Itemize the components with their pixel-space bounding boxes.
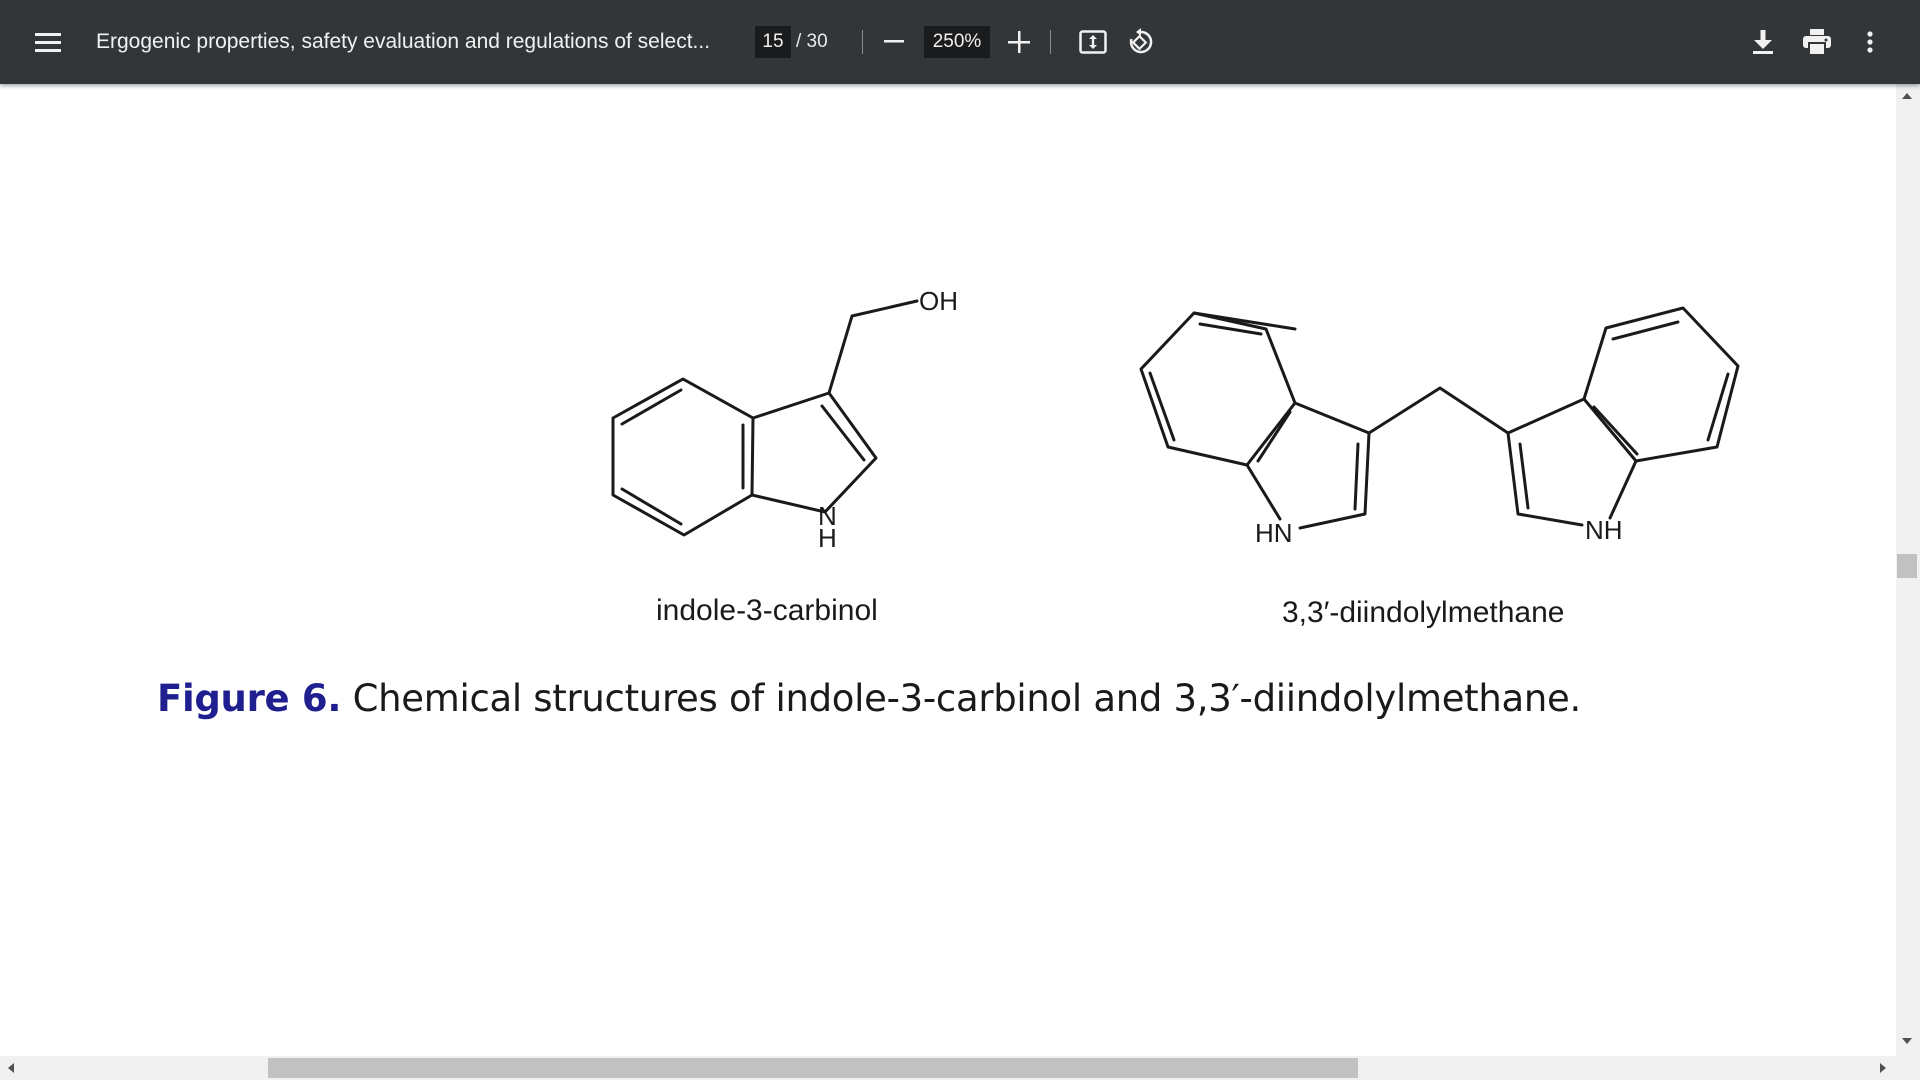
rotate-icon[interactable]: [1121, 22, 1161, 62]
indole-3-carbinol-structure: [611, 299, 919, 537]
pdf-page: OH N H HN NH indole-3-carbinol 3,3′-diin…: [0, 84, 1896, 1011]
diindolylmethane-structure: [1139, 306, 1740, 530]
atom-label-oh: OH: [919, 286, 958, 316]
molecule-name-indole-3-carbinol: indole-3-carbinol: [656, 594, 878, 627]
atom-label-hn: HN: [1255, 518, 1293, 548]
print-icon[interactable]: [1797, 22, 1837, 62]
molecule-name-diindolylmethane: 3,3′-diindolylmethane: [1282, 596, 1565, 629]
scroll-left-arrow-icon[interactable]: [8, 1063, 14, 1073]
download-icon[interactable]: [1743, 22, 1783, 62]
horizontal-scrollbar-thumb[interactable]: [268, 1058, 1358, 1078]
page-number-input[interactable]: 15: [755, 26, 791, 58]
figure-caption: Figure 6. Chemical structures of indole-…: [157, 677, 1581, 720]
zoom-in-icon[interactable]: [999, 22, 1039, 62]
fit-page-icon[interactable]: [1073, 22, 1113, 62]
scroll-up-arrow-icon[interactable]: [1902, 93, 1912, 99]
zoom-level-input[interactable]: 250%: [924, 26, 990, 58]
vertical-scrollbar-thumb[interactable]: [1897, 554, 1917, 578]
page-total: / 30: [796, 31, 828, 52]
more-options-icon[interactable]: [1850, 22, 1890, 62]
scroll-right-arrow-icon[interactable]: [1880, 1063, 1886, 1073]
toolbar-divider: [862, 30, 863, 54]
menu-icon[interactable]: [28, 22, 68, 62]
figure-caption-text: Chemical structures of indole-3-carbinol…: [341, 677, 1582, 720]
pdf-toolbar: Ergogenic properties, safety evaluation …: [0, 0, 1920, 84]
atom-label-nh: NH: [1585, 515, 1623, 545]
figure-caption-label: Figure 6.: [157, 677, 342, 720]
document-title: Ergogenic properties, safety evaluation …: [96, 30, 711, 53]
chemical-structures-figure: OH N H HN NH: [611, 286, 1740, 553]
atom-label-h: H: [818, 523, 837, 553]
zoom-out-icon[interactable]: [874, 22, 914, 62]
scroll-down-arrow-icon[interactable]: [1902, 1038, 1912, 1044]
toolbar-divider: [1050, 30, 1051, 54]
